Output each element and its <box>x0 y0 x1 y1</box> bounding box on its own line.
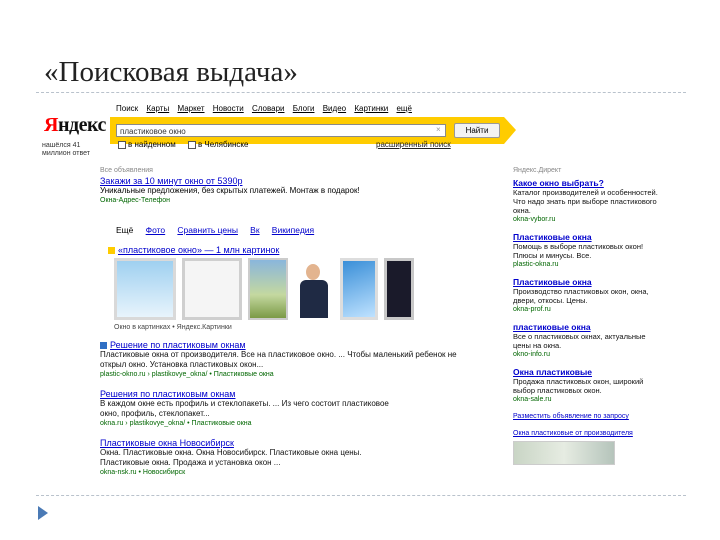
sidebar-ad-title[interactable]: Пластиковые окна <box>513 277 658 287</box>
option-region-label: в Челябинске <box>197 140 249 149</box>
result-snippet: Окна. Пластиковые окна. Окна Новосибирск… <box>100 448 362 457</box>
results-count: нашёлся 41 миллион ответ <box>42 142 90 157</box>
sidebar-ad-text: Продажа пластиковых окон, широкий выбор … <box>513 377 644 395</box>
sidebar-ad-url[interactable]: okna-vybor.ru <box>513 215 658 225</box>
next-slide-arrow-icon[interactable] <box>38 506 48 520</box>
person-thumbnail[interactable] <box>296 258 334 320</box>
sidebar-ad: Пластиковые окна Производство пластиковы… <box>513 277 658 315</box>
tab-vk[interactable]: Вк <box>250 225 259 235</box>
images-icon <box>108 247 115 255</box>
slide-title: «Поисковая выдача» <box>44 56 298 88</box>
image-thumbnails <box>114 258 414 322</box>
tab-wikipedia[interactable]: Википедия <box>272 225 314 235</box>
sidebar-ad-text: Помощь в выборе пластиковых окон! Плюсы … <box>513 242 644 260</box>
site-favicon <box>100 342 107 350</box>
ad-text: Уникальные предложения, без скрытых плат… <box>100 186 360 195</box>
advanced-search-link[interactable]: расширенный поиск <box>376 140 451 150</box>
sidebar-bottom-link[interactable]: Окна пластиковые от производителя <box>513 429 658 439</box>
service-dictionaries[interactable]: Словари <box>252 104 285 113</box>
checkbox-in-found[interactable] <box>118 140 126 149</box>
window-thumbnail[interactable] <box>248 258 288 320</box>
window-thumbnail[interactable] <box>384 258 414 320</box>
window-thumbnail[interactable] <box>340 258 378 320</box>
window-thumbnail[interactable] <box>182 258 242 320</box>
sidebar-photo[interactable] <box>513 441 615 465</box>
service-news[interactable]: Новости <box>213 104 244 113</box>
sidebar-ad-url[interactable]: okno-info.ru <box>513 350 658 360</box>
sidebar-ad-title[interactable]: Какое окно выбрать? <box>513 178 658 188</box>
place-ad-link[interactable]: Разместить объявление по запросу <box>513 412 658 421</box>
tab-photo[interactable]: Фото <box>146 225 166 235</box>
sidebar-ad: Пластиковые окна Помощь в выборе пластик… <box>513 232 658 270</box>
search-result: Пластиковые окна Новосибирск Окна. Пласт… <box>100 438 470 478</box>
result-snippet: Пластиковые окна от производителя. Все н… <box>100 350 457 359</box>
checkbox-region[interactable] <box>187 140 196 149</box>
ad-url[interactable]: Окна-Адрес-Телефон <box>100 196 440 206</box>
sidebar-ad-text: Каталог производителей и особенностей. Ч… <box>513 188 658 215</box>
serp-screenshot: Яндекс нашёлся 41 миллион ответ Поиск Ка… <box>36 100 660 488</box>
service-video[interactable]: Видео <box>323 104 346 113</box>
window-thumbnail[interactable] <box>114 258 176 320</box>
result-snippet: В каждом окне есть профиль и стеклопакет… <box>100 399 389 408</box>
sidebar-ad-text: Производство пластиковых окон, окна, две… <box>513 287 649 305</box>
vertical-tabs: Ещё Фото Сравнить цены Вк Википедия <box>116 225 324 236</box>
sidebar-head[interactable]: Яндекс.Директ <box>513 166 658 176</box>
sidebar-ad-title[interactable]: Пластиковые окна <box>513 232 658 242</box>
tab-compare-prices[interactable]: Сравнить цены <box>177 225 238 235</box>
direct-ad: Все объявления Закажи за 10 минут окно о… <box>100 166 440 206</box>
result-url[interactable]: plastic-okno.ru › plastikovye_okna/ • Пл… <box>100 370 470 380</box>
sidebar-ad-title[interactable]: пластиковые окна <box>513 322 658 332</box>
service-images[interactable]: Картинки <box>354 104 388 113</box>
result-url[interactable]: okna.ru › plastikovye_okna/ • Пластиковы… <box>100 419 470 429</box>
result-title[interactable]: Решения по пластиковым окнам <box>100 389 470 399</box>
search-options: в найденном в Челябинске <box>118 140 258 150</box>
service-maps[interactable]: Карты <box>146 104 169 113</box>
direct-sidebar: Яндекс.Директ Какое окно выбрать? Катало… <box>513 166 658 465</box>
services-nav: Поиск Карты Маркет Новости Словари Блоги… <box>116 104 418 114</box>
sidebar-ad-text: Все о пластиковых окнах, актуальные цены… <box>513 332 646 350</box>
search-result: Решения по пластиковым окнам В каждом ок… <box>100 389 470 429</box>
sidebar-ad-url[interactable]: okna-prof.ru <box>513 305 658 315</box>
tab-more[interactable]: Ещё <box>116 225 133 235</box>
ad-head[interactable]: Все объявления <box>100 166 440 176</box>
ad-title[interactable]: Закажи за 10 минут окно от 5390р <box>100 176 440 186</box>
organic-results: Решение по пластиковым окнам Пластиковые… <box>100 340 470 484</box>
bottom-divider <box>36 495 686 496</box>
image-block-caption[interactable]: Окно в картинках • Яндекс.Картинки <box>114 323 232 333</box>
service-blogs[interactable]: Блоги <box>293 104 315 113</box>
service-market[interactable]: Маркет <box>177 104 204 113</box>
sidebar-ad-url[interactable]: okna-sale.ru <box>513 395 658 405</box>
sidebar-ad: Какое окно выбрать? Каталог производител… <box>513 178 658 225</box>
top-divider <box>36 92 686 93</box>
sidebar-ad: пластиковые окна Все о пластиковых окнах… <box>513 322 658 360</box>
service-search[interactable]: Поиск <box>116 104 138 113</box>
option-in-found-label: в найденном <box>128 140 176 149</box>
image-block-title[interactable]: «пластиковое окно» — 1 млн картинок <box>108 245 279 255</box>
clear-icon[interactable]: × <box>436 125 441 135</box>
find-button[interactable]: Найти <box>454 123 500 138</box>
result-snippet: Пластиковые окна. Продажа и установка ок… <box>100 458 281 467</box>
result-url[interactable]: okna-nsk.ru • Новосибирск <box>100 468 470 478</box>
search-bar-arrow <box>504 117 516 144</box>
result-snippet: открыл окно. Установка пластиковых окон.… <box>100 360 264 369</box>
result-title[interactable]: Пластиковые окна Новосибирск <box>100 438 470 448</box>
result-snippet: окно, профиль, стеклопакет... <box>100 409 210 418</box>
sidebar-ad: Окна пластиковые Продажа пластиковых око… <box>513 367 658 405</box>
sidebar-ad-url[interactable]: plastic-okna.ru <box>513 260 658 270</box>
search-input[interactable]: пластиковое окно <box>116 124 446 137</box>
service-more[interactable]: ещё <box>396 104 411 113</box>
result-title[interactable]: Решение по пластиковым окнам <box>100 340 470 350</box>
sidebar-ad-title[interactable]: Окна пластиковые <box>513 367 658 377</box>
search-result: Решение по пластиковым окнам Пластиковые… <box>100 340 470 380</box>
yandex-logo[interactable]: Яндекс <box>44 115 106 135</box>
